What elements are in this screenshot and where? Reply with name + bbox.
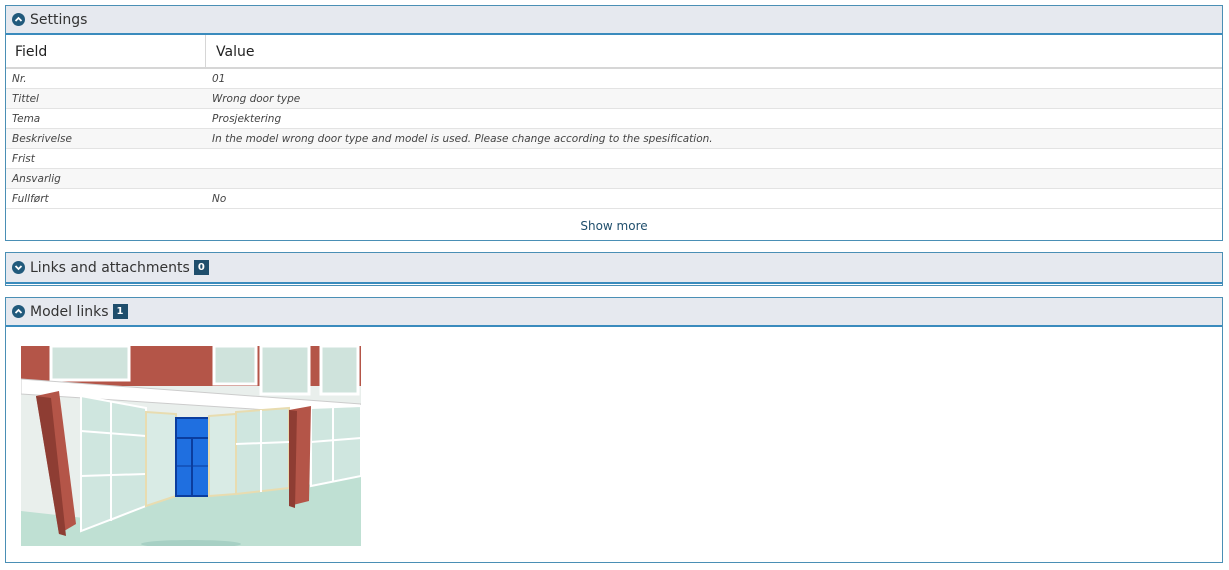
field-value: Wrong door type — [212, 92, 301, 105]
links-panel: Links and attachments 0 — [5, 252, 1223, 286]
model-links-panel: Model links 1 — [5, 297, 1223, 563]
chevron-up-icon[interactable] — [12, 13, 25, 26]
settings-panel: Settings Field Value Nr. 01 Tittel Wrong… — [5, 5, 1223, 241]
show-more-link[interactable]: Show more — [6, 219, 1222, 233]
settings-title: Settings — [30, 11, 88, 28]
field-label: Beskrivelse — [12, 132, 72, 145]
field-value: No — [212, 192, 227, 205]
field-value: 01 — [212, 72, 226, 85]
table-row: Beskrivelse In the model wrong door type… — [6, 129, 1222, 149]
field-label: Tema — [12, 112, 41, 125]
field-value: In the model wrong door type and model i… — [212, 132, 713, 145]
table-row: Tittel Wrong door type — [6, 89, 1222, 109]
field-label: Tittel — [12, 92, 39, 105]
column-header-field[interactable]: Field — [6, 35, 206, 67]
field-label: Nr. — [12, 72, 27, 85]
model-links-header[interactable]: Model links 1 — [6, 298, 1222, 327]
links-title: Links and attachments — [30, 259, 190, 276]
table-row: Ansvarlig — [6, 169, 1222, 189]
field-label: Frist — [12, 152, 35, 165]
count-badge: 0 — [193, 260, 209, 275]
column-header-value[interactable]: Value — [206, 35, 254, 67]
field-value: Prosjektering — [212, 112, 282, 125]
table-row: Tema Prosjektering — [6, 109, 1222, 129]
chevron-up-icon[interactable] — [12, 305, 25, 318]
chevron-down-icon[interactable] — [12, 261, 25, 274]
field-label: Fullført — [12, 192, 49, 205]
model-view-thumbnail[interactable] — [20, 344, 362, 548]
table-row: Frist — [6, 149, 1222, 169]
field-label: Ansvarlig — [12, 172, 61, 185]
table-row: Nr. 01 — [6, 69, 1222, 89]
count-badge: 1 — [112, 304, 128, 319]
settings-header[interactable]: Settings — [6, 6, 1222, 35]
links-header[interactable]: Links and attachments 0 — [6, 253, 1222, 284]
table-row: Fullført No — [6, 189, 1222, 209]
model-links-title: Model links — [30, 303, 109, 320]
settings-table-head: Field Value — [6, 35, 1222, 69]
